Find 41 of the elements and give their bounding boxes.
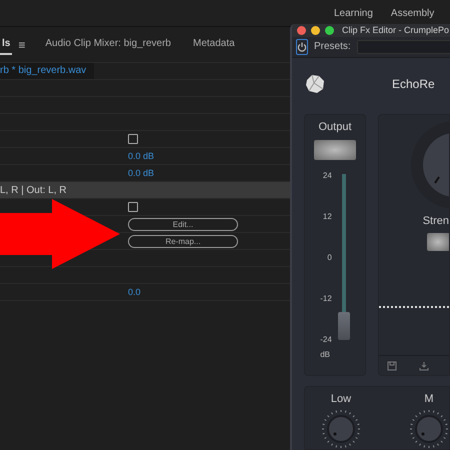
workspace-tab[interactable]: Assembly bbox=[390, 8, 434, 18]
band-label: M bbox=[424, 393, 434, 405]
pill-button[interactable]: Edit... bbox=[128, 218, 238, 230]
fader-handle[interactable] bbox=[338, 312, 350, 340]
unit-label: dB bbox=[320, 350, 330, 359]
scale-label: -24 bbox=[320, 336, 332, 344]
output-display bbox=[314, 140, 356, 160]
minimize-icon[interactable] bbox=[311, 26, 320, 35]
band-label: Low bbox=[330, 393, 352, 405]
panel-tab[interactable]: Metadata bbox=[190, 34, 237, 55]
plugin-name: EchoRe bbox=[392, 77, 435, 91]
close-icon[interactable] bbox=[297, 26, 306, 35]
strength-label: Stren bbox=[422, 215, 449, 227]
clip-path-tab[interactable]: rb * big_reverb.wav bbox=[0, 63, 94, 79]
maximize-icon[interactable] bbox=[325, 26, 334, 35]
panel-tab[interactable]: Audio Clip Mixer: big_reverb bbox=[43, 34, 173, 55]
value-text[interactable]: 0.0 dB bbox=[128, 168, 154, 178]
download-icon[interactable] bbox=[419, 360, 429, 370]
scale-label: -12 bbox=[320, 295, 332, 303]
output-label: Output bbox=[318, 121, 352, 133]
window-title: Clip Fx Editor - CrumplePo bbox=[342, 25, 450, 36]
panel-tab[interactable]: ls bbox=[0, 34, 12, 55]
save-icon[interactable] bbox=[387, 360, 397, 370]
scale-label: 12 bbox=[322, 213, 332, 221]
workspace-tab[interactable]: Learning bbox=[334, 8, 373, 18]
crumpled-paper-icon bbox=[304, 73, 326, 95]
pill-button[interactable]: Re-map... bbox=[128, 234, 238, 248]
value-text[interactable]: 0.0 dB bbox=[128, 151, 154, 161]
scale-label: 0 bbox=[327, 254, 332, 262]
value-text[interactable]: 0.0 bbox=[128, 287, 141, 297]
checkbox[interactable] bbox=[128, 134, 138, 144]
channel-routing-text: L, R | Out: L, R bbox=[0, 184, 67, 196]
strength-display bbox=[427, 233, 449, 251]
knob-icon[interactable] bbox=[409, 409, 449, 449]
dotted-line bbox=[379, 306, 449, 308]
knob-icon[interactable] bbox=[321, 409, 361, 449]
panel-menu-icon[interactable]: ≡ bbox=[18, 38, 26, 52]
scale-label: 24 bbox=[322, 172, 332, 180]
presets-label: Presets: bbox=[314, 41, 351, 52]
power-button[interactable] bbox=[296, 38, 308, 55]
checkbox[interactable] bbox=[128, 202, 138, 212]
